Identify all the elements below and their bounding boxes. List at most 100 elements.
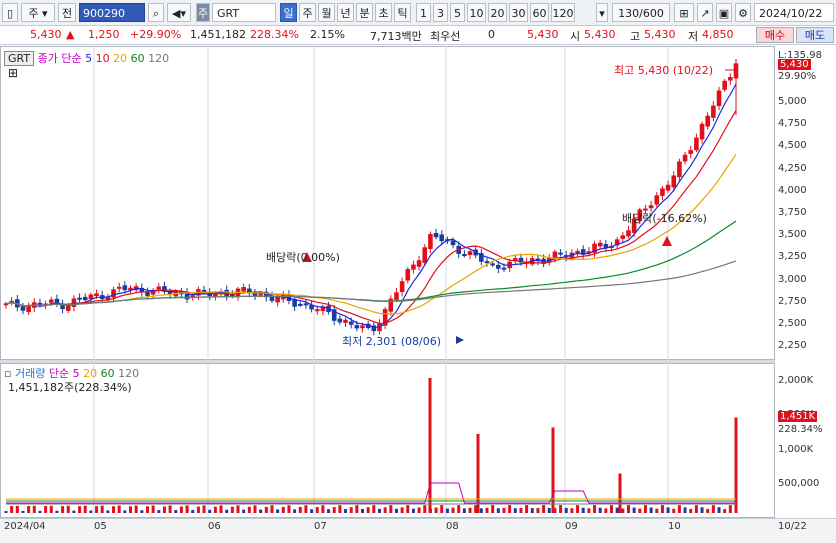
volume-bar <box>179 506 183 513</box>
period-button-5[interactable]: 분 <box>356 3 373 22</box>
volume-bar <box>542 505 546 513</box>
buy-button[interactable]: 매수 <box>756 27 794 43</box>
interval-button-20[interactable]: 20 <box>488 3 507 22</box>
volume-bar <box>49 505 53 513</box>
dividend-annotation-1: 배당락(0.00%) <box>266 251 340 264</box>
candle-body <box>654 195 660 205</box>
interval-button-1[interactable]: 1 <box>416 3 431 22</box>
last-volume-pct: 228.34% <box>778 424 823 435</box>
grid-icon[interactable]: ⊞ <box>8 66 18 80</box>
period-button-6[interactable]: 초 <box>375 3 392 22</box>
change-pct: +29.90% <box>130 28 182 41</box>
candle-body <box>88 294 94 299</box>
candle-body <box>26 305 31 313</box>
volume-bar <box>581 507 585 513</box>
volume-bar <box>694 505 698 513</box>
volume-bar <box>502 507 506 513</box>
candle-body <box>201 289 207 292</box>
volume-bar <box>643 505 647 513</box>
numbers-dropdown-icon[interactable]: ▾ <box>596 3 608 22</box>
volume-bar <box>355 505 359 513</box>
sound-icon[interactable]: ◀▾ <box>167 3 191 22</box>
candle-body <box>405 269 411 281</box>
symbol-tag[interactable]: GRT <box>4 51 35 66</box>
volume-bar <box>112 506 116 513</box>
stock-code-input[interactable]: 900290 <box>79 3 145 22</box>
stock-name-field[interactable]: GRT <box>212 3 276 22</box>
prefix-button[interactable]: 전 <box>58 3 76 22</box>
interval-button-30[interactable]: 30 <box>509 3 528 22</box>
volume-bar <box>479 508 483 513</box>
bar-count-field[interactable]: 130/600 <box>612 3 670 22</box>
candle-body <box>122 285 128 291</box>
volume-bar <box>377 508 381 513</box>
candle-body <box>337 318 343 323</box>
volume-bar <box>423 505 427 513</box>
volume-value: 1,451,182 <box>190 28 246 41</box>
price-ma-line-120 <box>5 260 737 307</box>
save-icon[interactable]: ▣ <box>716 3 732 22</box>
candle-body <box>490 263 495 266</box>
chart-toolbar: ▯ 주 ▾ 전 900290 ⌕ ◀▾ 주 GRT 일주월년분초틱 1 3 5 10 2… <box>0 0 836 26</box>
candle-body <box>348 321 354 325</box>
interval-button-120[interactable]: 120 <box>551 3 575 22</box>
type-select[interactable]: 주 ▾ <box>21 3 55 22</box>
candle-body <box>48 299 54 303</box>
volume-bar <box>236 505 240 513</box>
x-tick-label: 2024/04 <box>4 521 46 532</box>
low-value: 4,850 <box>702 28 734 41</box>
volume-bar <box>610 505 614 513</box>
candle-body <box>416 260 422 267</box>
volume-bar <box>587 508 591 513</box>
period-button-2[interactable]: 주 <box>299 3 316 22</box>
search-icon[interactable]: ⌕ <box>148 3 164 22</box>
volume-bar <box>372 505 376 513</box>
price-ma-legend-20: 20 <box>109 52 128 65</box>
volume-bar <box>445 508 449 513</box>
volume-bar <box>570 508 574 513</box>
volume-bar <box>723 509 727 513</box>
volume-bar <box>440 505 444 513</box>
volume-bar <box>140 510 144 513</box>
volume-bar <box>666 507 670 513</box>
volume-bar <box>559 505 563 513</box>
volume-bar <box>451 507 455 513</box>
volume-spike-bar <box>551 427 555 513</box>
last-volume-tag: 1,451K <box>778 411 818 422</box>
volume-bar <box>208 509 212 513</box>
price-tick-label: 2,500 <box>778 318 807 329</box>
dividend-arrow-2 <box>662 236 672 246</box>
interval-button-5[interactable]: 5 <box>450 3 465 22</box>
change-value: 1,250 <box>88 28 120 41</box>
period-button-7[interactable]: 틱 <box>394 3 411 22</box>
volume-bar <box>468 507 472 513</box>
period-button-3[interactable]: 월 <box>318 3 335 22</box>
grid-settings-icon[interactable]: ⊞ <box>674 3 694 22</box>
interval-button-60[interactable]: 60 <box>530 3 549 22</box>
sell-button[interactable]: 매도 <box>796 27 834 43</box>
volume-bar <box>196 506 200 513</box>
turnover-value: 2.15% <box>310 28 345 41</box>
volume-bar <box>38 510 42 513</box>
candle-body <box>433 232 439 238</box>
interval-button-10[interactable]: 10 <box>467 3 486 22</box>
date-field[interactable]: 2024/10/22 <box>754 3 834 22</box>
candle-body <box>258 293 263 296</box>
settings-gear-icon[interactable]: ⚙ <box>735 3 751 22</box>
chart-type-icon[interactable]: ▯ <box>2 3 18 22</box>
candle-body <box>314 309 320 312</box>
volume-bar <box>434 507 438 513</box>
price-ma-legend-10: 10 <box>92 52 110 65</box>
candle-body <box>65 304 71 311</box>
volume-bar <box>270 505 274 513</box>
draw-tool-icon[interactable]: ↗ <box>697 3 713 22</box>
period-button-4[interactable]: 년 <box>337 3 354 22</box>
interval-button-3[interactable]: 3 <box>433 3 448 22</box>
dividend-annotation-2: 배당락(-16.62%) <box>622 212 707 225</box>
volume-bar <box>78 506 82 513</box>
period-button-1[interactable]: 일 <box>280 3 297 22</box>
volume-bar <box>168 505 172 513</box>
candle-body <box>428 233 433 250</box>
volume-subtitle: 1,451,182주(228.34%) <box>8 381 132 394</box>
volume-bar <box>389 505 393 513</box>
